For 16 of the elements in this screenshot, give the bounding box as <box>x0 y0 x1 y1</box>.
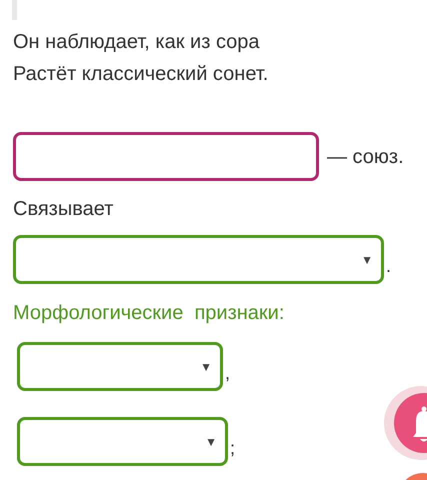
input-field[interactable] <box>13 132 319 181</box>
dropdown[interactable]: ▼ <box>17 342 223 391</box>
section-heading: Морфологические признаки: <box>13 301 286 326</box>
poem-line: Он наблюдает, как из сора <box>13 30 261 55</box>
dropdown[interactable]: ▼ <box>17 417 228 466</box>
label-text: Связывает <box>13 197 114 222</box>
suffix-text: — союз. <box>327 144 404 170</box>
punctuation-text: . <box>386 255 392 278</box>
punctuation-text: , <box>225 362 230 385</box>
caret-icon: ▼ <box>200 358 212 376</box>
caret-icon: ▼ <box>205 432 217 450</box>
caret-icon: ▼ <box>361 250 373 268</box>
dropdown[interactable]: ▼ <box>13 235 384 284</box>
poem-line: Растёт классический сонет. <box>13 62 270 87</box>
punctuation-text: ; <box>230 437 236 460</box>
scroll-indicator <box>12 0 17 20</box>
